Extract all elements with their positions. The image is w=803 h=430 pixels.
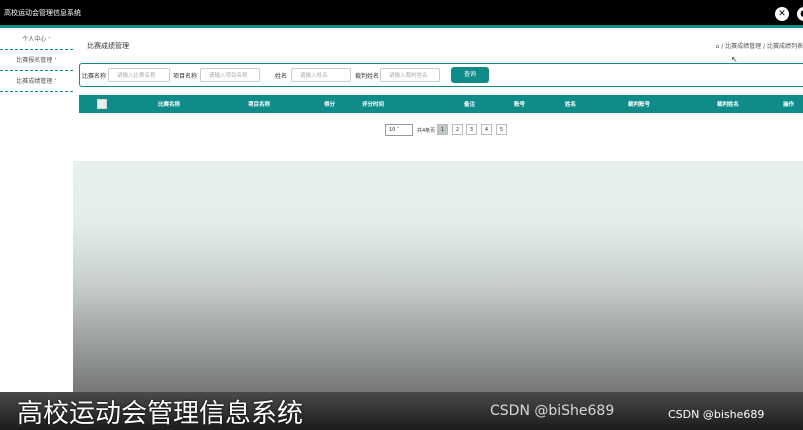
event-name-label: 项目名称: [173, 73, 198, 80]
main-content: 比赛成绩管理 ⌂ / 比赛成绩管理 / 比赛成绩列表 比赛名称 请输入比赛名称 …: [73, 31, 803, 161]
watermark: CSDN @bishe689: [668, 408, 765, 421]
name-label: 姓名: [275, 73, 288, 80]
breadcrumb[interactable]: ⌂ / 比赛成绩管理 / 比赛成绩列表: [716, 41, 803, 50]
column-header[interactable]: 项目名称: [248, 100, 270, 108]
page-button[interactable]: 2: [452, 124, 463, 135]
table-header: 比赛名称 项目名称 得分 评分时间 备注 账号 姓名 裁判账号 裁判姓名 操作: [79, 95, 803, 113]
chevron-down-icon: ˅: [54, 58, 57, 64]
page-title: 比赛成绩管理: [87, 42, 129, 50]
chevron-down-icon: ˅: [54, 79, 57, 85]
page-button[interactable]: 5: [496, 124, 507, 135]
event-name-input[interactable]: 请输入项目名称: [200, 68, 260, 82]
referee-name-input[interactable]: 请输入裁判姓名: [380, 68, 440, 82]
app-title: 高校运动会管理信息系统: [4, 9, 81, 17]
sidebar-item-results[interactable]: 比赛成绩管理 ˅: [0, 73, 73, 92]
sidebar-item-label: 比赛报名管理: [16, 57, 53, 64]
sidebar-item-profile[interactable]: 个人中心 ˅: [0, 31, 73, 50]
watermark: CSDN @biShe689: [490, 403, 615, 419]
empty-content-area: [73, 161, 803, 402]
total-count: 共4条页: [417, 128, 436, 134]
sidebar-item-registration[interactable]: 比赛报名管理 ˅: [0, 52, 73, 71]
select-all-checkbox[interactable]: [97, 99, 107, 109]
column-header: 操作: [783, 102, 795, 108]
page-button[interactable]: 4: [481, 124, 492, 135]
name-input[interactable]: 请输入姓名: [291, 68, 351, 82]
page-button[interactable]: 3: [466, 124, 477, 135]
column-header[interactable]: 裁判账号: [628, 100, 650, 108]
column-header[interactable]: 比赛名称: [158, 100, 180, 108]
match-name-label: 比赛名称: [82, 73, 107, 80]
page-size-select[interactable]: 10 ˅: [385, 124, 413, 136]
video-caption: 高校运动会管理信息系统: [17, 399, 304, 429]
column-header[interactable]: 评分时间: [362, 100, 384, 108]
search-bar: 比赛名称 请输入比赛名称 项目名称 请输入项目名称 姓名 请输入姓名 裁判姓名 …: [79, 63, 803, 87]
column-header[interactable]: 得分: [324, 100, 335, 108]
column-header[interactable]: 账号: [514, 100, 525, 108]
column-header[interactable]: 备注: [464, 100, 475, 108]
column-header[interactable]: 裁判姓名: [717, 100, 739, 108]
close-icon[interactable]: ✕: [775, 7, 789, 21]
match-name-input[interactable]: 请输入比赛名称: [108, 68, 170, 82]
mouse-cursor-icon: ↖: [731, 55, 738, 64]
column-header[interactable]: 姓名: [565, 100, 576, 108]
user-icon[interactable]: ●: [797, 7, 803, 21]
page-size-value: 10: [389, 127, 396, 133]
top-bar: 高校运动会管理信息系统 ✕ ●: [0, 0, 803, 28]
page-button[interactable]: 1: [437, 124, 448, 135]
search-button[interactable]: 查询: [451, 67, 489, 83]
sidebar-item-label: 比赛成绩管理: [16, 78, 53, 85]
chevron-down-icon: ˅: [48, 37, 51, 43]
referee-name-label: 裁判姓名: [355, 73, 380, 80]
sidebar-item-label: 个人中心: [22, 36, 47, 43]
sidebar: 个人中心 ˅ 比赛报名管理 ˅ 比赛成绩管理 ˅: [0, 31, 73, 391]
